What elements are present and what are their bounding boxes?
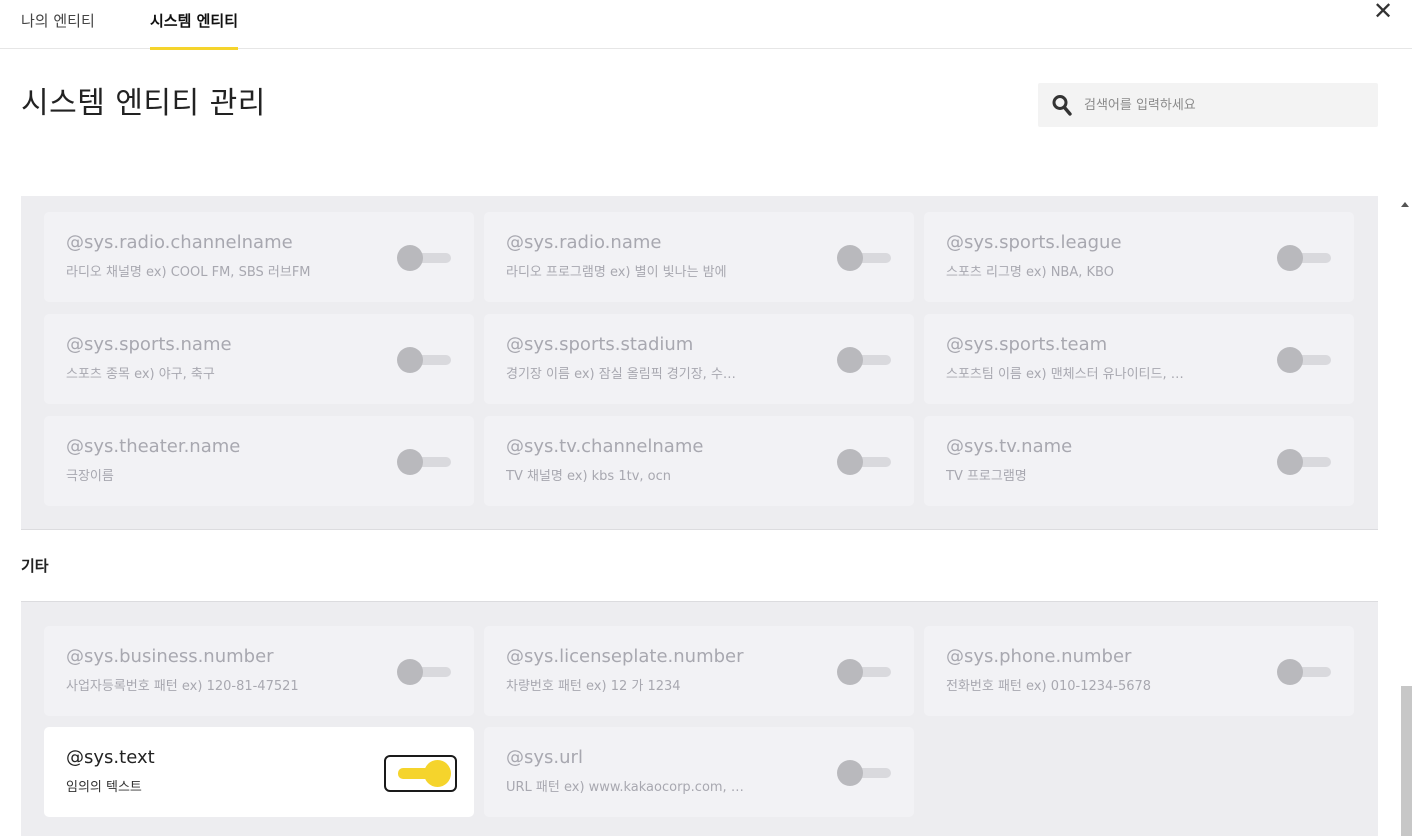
toggle-knob [1277,449,1303,475]
entity-name: @sys.url [506,747,583,768]
search-box [1038,83,1378,127]
toggle-knob [424,760,451,787]
entity-toggle[interactable] [397,449,453,475]
toggle-knob [837,245,863,271]
entity-name: @sys.sports.stadium [506,334,694,355]
toggle-knob [837,760,863,786]
entity-description: 차량번호 패턴 ex) 12 가 1234 [506,679,681,694]
toggle-knob [837,449,863,475]
toggle-knob [397,347,423,373]
entity-card: @sys.tv.name TV 프로그램명 [924,416,1354,506]
scroll-up-arrow-icon[interactable] [1401,202,1409,207]
entity-card: @sys.radio.channelname 라디오 채널명 ex) COOL F… [44,212,474,302]
toggle-knob [397,659,423,685]
toggle-knob [837,659,863,685]
entity-name: @sys.licenseplate.number [506,646,744,667]
entity-toggle[interactable] [397,347,453,373]
entity-name: @sys.sports.name [66,334,232,355]
entity-card: @sys.url URL 패턴 ex) www.kakaocorp.com, … [484,727,914,817]
entity-name: @sys.text [66,747,155,768]
toggle-knob [397,449,423,475]
scroll-thumb[interactable] [1401,686,1412,836]
entity-card: @sys.sports.stadium 경기장 이름 ex) 잠실 올림픽 경기장… [484,314,914,404]
entity-description: TV 프로그램명 [946,469,1027,484]
entity-description: 스포츠 리그명 ex) NBA, KBO [946,265,1114,280]
search-icon [1052,95,1072,116]
entity-name: @sys.sports.team [946,334,1108,355]
entity-name: @sys.business.number [66,646,274,667]
tab-bar: 나의 엔티티 시스템 엔티티 [0,0,1412,50]
entity-toggle[interactable] [1277,245,1333,271]
entity-name: @sys.radio.name [506,232,662,253]
entity-name: @sys.tv.channelname [506,436,704,457]
entity-toggle[interactable] [1277,449,1333,475]
entity-toggle[interactable] [1277,347,1333,373]
page-title: 시스템 엔티티 관리 [21,86,266,121]
scrollbar[interactable] [1398,196,1412,836]
entity-toggle[interactable] [384,755,457,792]
entity-card: @sys.sports.league 스포츠 리그명 ex) NBA, KBO [924,212,1354,302]
tab-system-entities[interactable]: 시스템 엔티티 [150,10,239,50]
toggle-knob [397,245,423,271]
entity-description: 라디오 채널명 ex) COOL FM, SBS 러브FM [66,265,311,280]
entity-toggle[interactable] [837,760,893,786]
entity-toggle[interactable] [837,659,893,685]
entity-name: @sys.sports.league [946,232,1122,253]
entity-card: @sys.tv.channelname TV 채널명 ex) kbs 1tv, o… [484,416,914,506]
entity-description: 스포츠 종목 ex) 야구, 축구 [66,367,215,382]
entity-description: TV 채널명 ex) kbs 1tv, ocn [506,469,671,484]
entity-toggle[interactable] [1277,659,1333,685]
entity-description: 라디오 프로그램명 ex) 별이 빛나는 밤에 [506,265,727,280]
entity-description: 경기장 이름 ex) 잠실 올림픽 경기장, 수… [506,367,736,382]
toggle-knob [1277,659,1303,685]
entity-toggle[interactable] [837,245,893,271]
entity-toggle[interactable] [837,347,893,373]
entity-description: 사업자등록번호 패턴 ex) 120-81-47521 [66,679,299,694]
close-icon[interactable]: ✕ [1368,0,1398,26]
entity-card: @sys.text 임의의 텍스트 [44,727,474,817]
entity-name: @sys.phone.number [946,646,1132,667]
entity-name: @sys.tv.name [946,436,1073,457]
search-input[interactable] [1084,83,1369,127]
tab-my-entities[interactable]: 나의 엔티티 [21,10,95,49]
entity-card: @sys.radio.name 라디오 프로그램명 ex) 별이 빛나는 밤에 [484,212,914,302]
toggle-knob [1277,347,1303,373]
entity-card: @sys.sports.team 스포츠팀 이름 ex) 맨체스터 유나이티드, … [924,314,1354,404]
toggle-knob [837,347,863,373]
entity-description: URL 패턴 ex) www.kakaocorp.com, … [506,780,744,795]
entity-card: @sys.sports.name 스포츠 종목 ex) 야구, 축구 [44,314,474,404]
entity-description: 극장이름 [66,469,114,484]
entity-toggle[interactable] [397,245,453,271]
entity-card: @sys.licenseplate.number 차량번호 패턴 ex) 12 가… [484,626,914,716]
toggle-knob [1277,245,1303,271]
section-label-etc: 기타 [21,557,49,575]
entity-card: @sys.business.number 사업자등록번호 패턴 ex) 120-8… [44,626,474,716]
entity-card: @sys.phone.number 전화번호 패턴 ex) 010-1234-56… [924,626,1354,716]
entity-description: 임의의 텍스트 [66,780,142,795]
entity-name: @sys.theater.name [66,436,241,457]
entity-toggle[interactable] [837,449,893,475]
entity-description: 스포츠팀 이름 ex) 맨체스터 유나이티드, … [946,367,1184,382]
entity-description: 전화번호 패턴 ex) 010-1234-5678 [946,679,1152,694]
entity-card: @sys.theater.name 극장이름 [44,416,474,506]
entity-name: @sys.radio.channelname [66,232,293,253]
entity-toggle[interactable] [397,659,453,685]
